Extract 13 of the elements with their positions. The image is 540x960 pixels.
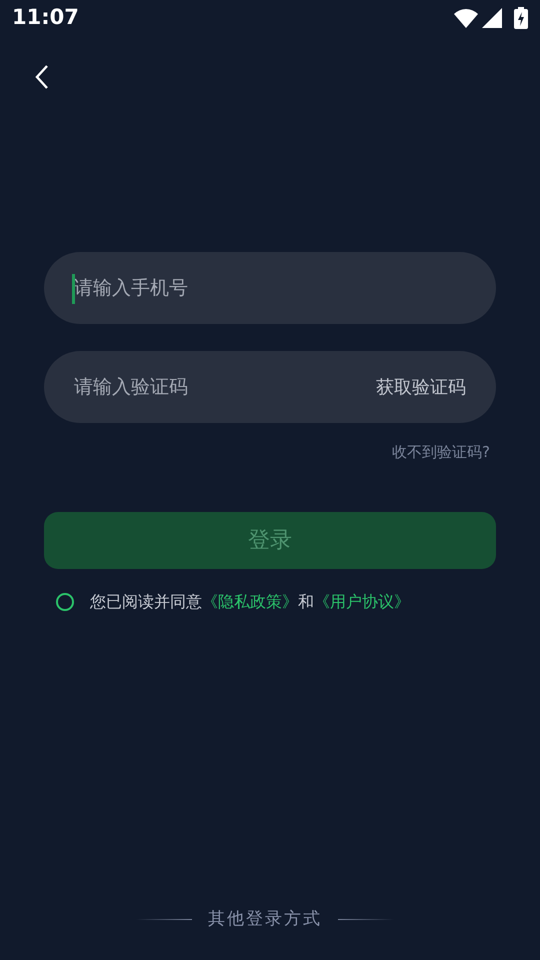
other-login-label: 其他登录方式 (208, 908, 322, 930)
terms-link[interactable]: 《用户协议》 (314, 592, 410, 611)
agreement-checkbox[interactable] (56, 593, 74, 611)
back-icon[interactable] (34, 64, 50, 90)
status-time: 11:07 (12, 4, 79, 32)
help-link[interactable]: 收不到验证码? (392, 441, 490, 512)
privacy-link[interactable]: 《隐私政策》 (202, 592, 298, 611)
battery-icon (514, 7, 528, 29)
phone-field[interactable]: 请输入手机号 (44, 252, 496, 324)
get-code-button[interactable]: 获取验证码 (376, 374, 466, 401)
wifi-icon (454, 8, 478, 28)
agreement-text: 您已阅读并同意《隐私政策》和《用户协议》 (90, 591, 410, 613)
signal-icon (482, 8, 502, 28)
